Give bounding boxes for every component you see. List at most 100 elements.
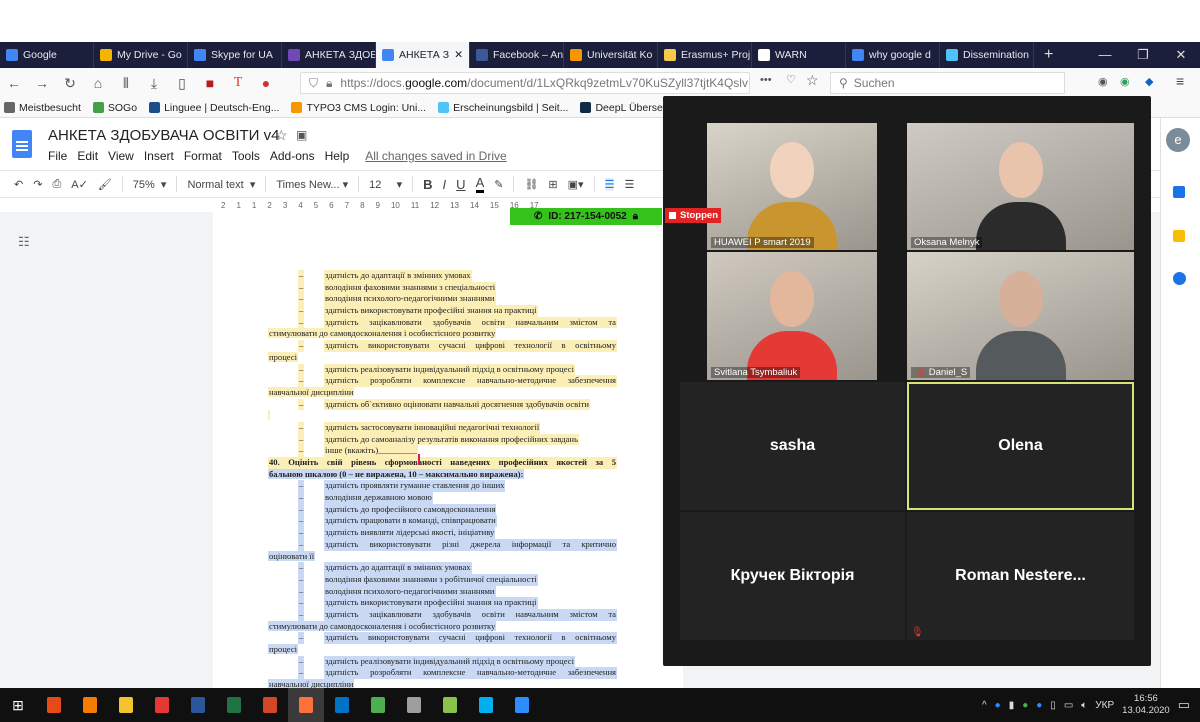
move-folder-icon[interactable]: ▣	[296, 128, 307, 142]
bookmark-3[interactable]: TYPO3 CMS Login: Uni...	[291, 102, 426, 114]
taskbar-browser[interactable]	[360, 688, 396, 722]
tasks-icon[interactable]	[1173, 272, 1186, 285]
menu-icon[interactable]: ≡	[1176, 73, 1184, 89]
participant-tile[interactable]: Svitlana Tsymbaliuk	[707, 252, 877, 380]
new-tab-icon[interactable]: +	[1034, 46, 1063, 64]
start-button[interactable]: ⊞	[0, 688, 36, 722]
menu-format[interactable]: Format	[184, 149, 222, 163]
battery-icon[interactable]: ▯	[1050, 700, 1056, 711]
extension2-icon[interactable]: ◆	[1145, 75, 1153, 88]
tab-7[interactable]: Erasmus+ Proj	[658, 42, 752, 68]
taskbar-media-player[interactable]	[72, 688, 108, 722]
tab-0[interactable]: Google	[0, 42, 94, 68]
menu-edit[interactable]: Edit	[77, 149, 98, 163]
minimize-icon[interactable]: —	[1086, 42, 1124, 68]
clock[interactable]: 16:56 13.04.2020	[1122, 693, 1170, 717]
restore-icon[interactable]: ❐	[1124, 42, 1162, 68]
back-icon[interactable]: ←	[6, 75, 22, 91]
bookmark-star-icon[interactable]: ☆	[806, 72, 819, 89]
language-indicator[interactable]: УКР	[1095, 700, 1114, 711]
usb-icon[interactable]: ▮	[1009, 700, 1015, 711]
avatar[interactable]: e	[1166, 128, 1190, 152]
security-icon[interactable]: ●	[1022, 700, 1028, 711]
forward-icon[interactable]: →	[34, 75, 50, 91]
bold-icon[interactable]: B	[423, 177, 432, 192]
tab-4[interactable]: АНКЕТА З ✕	[376, 42, 470, 68]
menu-add-ons[interactable]: Add-ons	[270, 149, 315, 163]
document-title[interactable]: АНКЕТА ЗДОБУВАЧА ОСВІТИ v4	[48, 127, 279, 144]
tab-9[interactable]: why google d	[846, 42, 940, 68]
translate-icon[interactable]: T	[230, 75, 246, 91]
pocket-icon[interactable]: ♡	[786, 73, 796, 86]
taskbar-paint[interactable]	[432, 688, 468, 722]
font-select[interactable]: Times New... ▾	[276, 178, 348, 191]
calendar-icon[interactable]	[1173, 186, 1185, 198]
redo-icon[interactable]: ↷	[33, 178, 42, 191]
menu-help[interactable]: Help	[325, 149, 350, 163]
taskbar-zoom[interactable]	[504, 688, 540, 722]
taskbar-word[interactable]	[180, 688, 216, 722]
tab-6[interactable]: Universität Ko	[564, 42, 658, 68]
stop-share-button[interactable]: Stoppen	[665, 208, 721, 223]
docs-logo-icon[interactable]	[12, 130, 32, 158]
keep-icon[interactable]	[1173, 230, 1185, 242]
chevron-up-icon[interactable]: ^	[982, 700, 987, 711]
bluetooth-icon[interactable]: ●	[995, 700, 1001, 711]
menu-tools[interactable]: Tools	[232, 149, 260, 163]
taskbar-skype[interactable]	[468, 688, 504, 722]
style-select[interactable]: Normal text ▾	[187, 178, 255, 191]
menu-file[interactable]: File	[48, 149, 67, 163]
participant-tile[interactable]: Olena	[907, 382, 1134, 510]
save-status[interactable]: All changes saved in Drive	[365, 149, 506, 163]
outline-icon[interactable]: ☷	[18, 234, 30, 250]
image-icon[interactable]: ▣▾	[568, 178, 584, 191]
participant-tile[interactable]: HUAWEI P smart 2019	[707, 123, 877, 250]
document-text[interactable]: – здатність до адаптації в змінних умовах…	[268, 270, 617, 691]
align-center-icon[interactable]: ☰	[624, 178, 634, 191]
comment-icon[interactable]: ⊞	[548, 178, 557, 191]
participant-tile[interactable]: sasha	[680, 382, 905, 510]
shield-icon[interactable]: ●	[1036, 700, 1042, 711]
notifications-icon[interactable]: ▭	[1178, 697, 1190, 713]
undo-icon[interactable]: ↶	[14, 178, 23, 191]
extension-icon[interactable]: ◉	[1120, 75, 1130, 88]
participant-tile[interactable]: 🎙︎ Daniel_S	[907, 252, 1134, 380]
bookmark-4[interactable]: Erscheinungsbild | Seit...	[438, 102, 568, 114]
menu-view[interactable]: View	[108, 149, 134, 163]
adblock-icon[interactable]: ●	[258, 75, 274, 91]
link-icon[interactable]: ⛓	[524, 178, 538, 191]
zoom-select[interactable]: 75% ▾	[133, 178, 167, 191]
more-icon[interactable]: •••	[760, 74, 772, 86]
text-color-icon[interactable]: A	[475, 175, 485, 193]
paint-format-icon[interactable]: 🖌︎	[98, 178, 112, 191]
participant-tile[interactable]: Roman Nestere... 🎙︎	[907, 512, 1134, 640]
size-select[interactable]: 12 ▾	[369, 178, 402, 191]
align-left-icon[interactable]: ☰	[604, 177, 615, 191]
tab-8[interactable]: WARN	[752, 42, 846, 68]
close-window-icon[interactable]: ✕	[1162, 42, 1200, 68]
taskbar-firefox[interactable]	[288, 688, 324, 722]
acrobat-icon[interactable]: ■	[202, 75, 218, 91]
spellcheck-icon[interactable]: A✓	[71, 178, 88, 191]
taskbar-excel[interactable]	[216, 688, 252, 722]
search-input[interactable]: ⚲ Suchen	[830, 72, 1065, 94]
url-bar[interactable]: ⛉ 🔒︎ https://docs.google.com/document/d/…	[300, 72, 750, 94]
print-icon[interactable]: ⎙	[52, 178, 61, 191]
library-icon[interactable]: ⫴	[118, 75, 134, 92]
download-icon[interactable]: ⤓	[146, 75, 162, 92]
taskbar-tool[interactable]	[396, 688, 432, 722]
tab-1[interactable]: My Drive - Go	[94, 42, 188, 68]
network-icon[interactable]: ▭	[1064, 700, 1073, 711]
italic-icon[interactable]: I	[443, 177, 447, 192]
taskbar-acrobat[interactable]	[144, 688, 180, 722]
tab-3[interactable]: АНКЕТА ЗДОБ	[282, 42, 376, 68]
bookmark-1[interactable]: SOGo	[92, 102, 137, 114]
reload-icon[interactable]: ↻	[62, 75, 78, 92]
bookmark-2[interactable]: Linguee | Deutsch-Eng...	[149, 102, 279, 114]
tab-5[interactable]: Facebook – An	[470, 42, 564, 68]
underline-icon[interactable]: U	[456, 177, 465, 192]
taskbar-outlook[interactable]	[324, 688, 360, 722]
menu-insert[interactable]: Insert	[144, 149, 174, 163]
taskbar-powerpoint[interactable]	[252, 688, 288, 722]
meeting-id-bar[interactable]: ✆ ID: 217-154-0052 🔒︎	[510, 208, 662, 225]
